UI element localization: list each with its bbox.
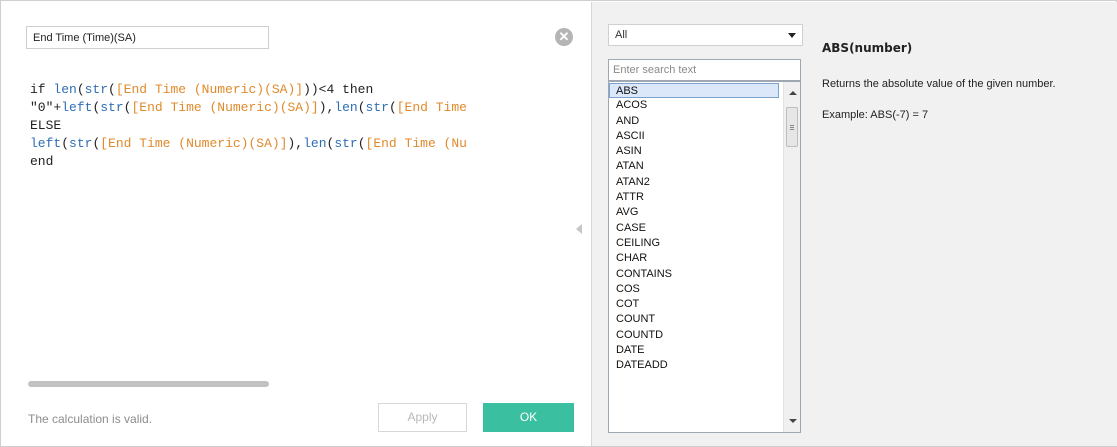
code-token: ELSE — [30, 118, 62, 133]
function-list-item[interactable]: ACOS — [609, 98, 800, 113]
formula-code-area[interactable]: if len(str([End Time (Numeric)(SA)]))<4 … — [30, 81, 574, 351]
scroll-up-arrow-icon[interactable] — [789, 91, 797, 95]
function-signature: ABS(number) — [822, 41, 913, 55]
code-token: len — [303, 136, 327, 151]
vertical-scrollbar[interactable] — [783, 82, 800, 432]
code-token: left — [61, 100, 93, 115]
calculation-editor-dialog: ✕ if len(str([End Time (Numeric)(SA)]))<… — [0, 0, 1117, 447]
code-token: str — [334, 136, 358, 151]
code-line: left(str([End Time (Numeric)(SA)]),len(s… — [30, 135, 574, 153]
code-line: end — [30, 153, 574, 171]
function-list-item[interactable]: ATAN2 — [609, 175, 800, 190]
code-token: if — [30, 82, 54, 97]
code-line: if len(str([End Time (Numeric)(SA)]))<4 … — [30, 81, 574, 99]
function-list-item[interactable]: DATE — [609, 343, 800, 358]
function-list[interactable]: ABS ACOS AND ASCII ASIN ATAN ATAN2 ATTR AVG CASE C… — [608, 81, 801, 433]
function-list-item[interactable]: ATAN — [609, 159, 800, 174]
code-token: [End Time (Numeric)(SA)] — [115, 82, 304, 97]
code-token: ( — [108, 82, 116, 97]
ok-button[interactable]: OK — [483, 403, 574, 432]
function-list-item[interactable]: COT — [609, 297, 800, 312]
function-list-item[interactable]: ATTR — [609, 190, 800, 205]
code-token: ( — [76, 82, 85, 97]
horizontal-scrollbar[interactable] — [28, 381, 269, 387]
function-reference-pane: All ABSACOSANDASCIIASINATANATAN2ATTRAVGC… — [591, 2, 1117, 446]
code-token: end — [30, 154, 54, 169]
code-line: "0"+left(str([End Time (Numeric)(SA)]),l… — [30, 99, 574, 117]
code-token: len — [53, 82, 77, 97]
code-token: left — [30, 136, 62, 151]
scrollbar-thumb[interactable] — [786, 107, 798, 147]
code-token: str — [69, 136, 93, 151]
function-example: Example: ABS(-7) = 7 — [822, 109, 929, 121]
function-list-item[interactable]: AVG — [609, 205, 800, 220]
formula-editor-pane: ✕ if len(str([End Time (Numeric)(SA)]))<… — [2, 2, 591, 446]
code-token: ( — [388, 100, 397, 115]
code-token: str — [84, 82, 109, 97]
close-icon[interactable]: ✕ — [555, 28, 573, 46]
code-token: ), — [287, 136, 304, 151]
code-line: ELSE — [30, 117, 574, 135]
calculation-name-input[interactable] — [26, 26, 269, 49]
category-selected-label: All — [615, 29, 628, 41]
code-token: len — [334, 100, 358, 115]
function-list-item[interactable]: CEILING — [609, 236, 800, 251]
validation-status: The calculation is valid. — [28, 412, 153, 426]
code-token: [End Time (Numeric)(SA)] — [100, 136, 288, 151]
function-list-item[interactable]: CONTAINS — [609, 267, 800, 282]
function-search-input[interactable] — [608, 59, 801, 81]
code-token: ))<4 then — [303, 82, 374, 97]
collapse-panel-arrow-icon[interactable] — [576, 224, 582, 234]
function-category-dropdown[interactable]: All — [608, 24, 803, 46]
function-list-item[interactable]: ABS — [609, 83, 779, 99]
code-token: ( — [357, 136, 366, 151]
function-list-item[interactable]: ASIN — [609, 144, 800, 159]
code-token: ), — [318, 100, 335, 115]
code-token: ( — [61, 136, 70, 151]
code-token: [End Time — [396, 100, 467, 115]
apply-button[interactable]: Apply — [378, 403, 467, 432]
function-list-item[interactable]: AND — [609, 114, 800, 129]
function-list-item[interactable]: DATEADD — [609, 358, 800, 373]
function-list-item[interactable]: CASE — [609, 221, 800, 236]
scroll-down-arrow-icon[interactable] — [789, 419, 797, 423]
function-description: Returns the absolute value of the given … — [822, 78, 1056, 90]
code-token: "0"+ — [30, 100, 62, 115]
code-token: ( — [357, 100, 366, 115]
code-token: str — [365, 100, 389, 115]
code-token: [End Time (Numeric)(SA)] — [131, 100, 319, 115]
function-list-item[interactable]: CHAR — [609, 251, 800, 266]
function-list-item[interactable]: ASCII — [609, 129, 800, 144]
function-list-item[interactable]: COUNT — [609, 312, 800, 327]
code-token: [End Time (Nu — [365, 136, 467, 151]
function-list-item[interactable]: COUNTD — [609, 328, 800, 343]
function-list-item[interactable]: COS — [609, 282, 800, 297]
code-token: str — [100, 100, 124, 115]
chevron-down-icon — [788, 33, 796, 38]
